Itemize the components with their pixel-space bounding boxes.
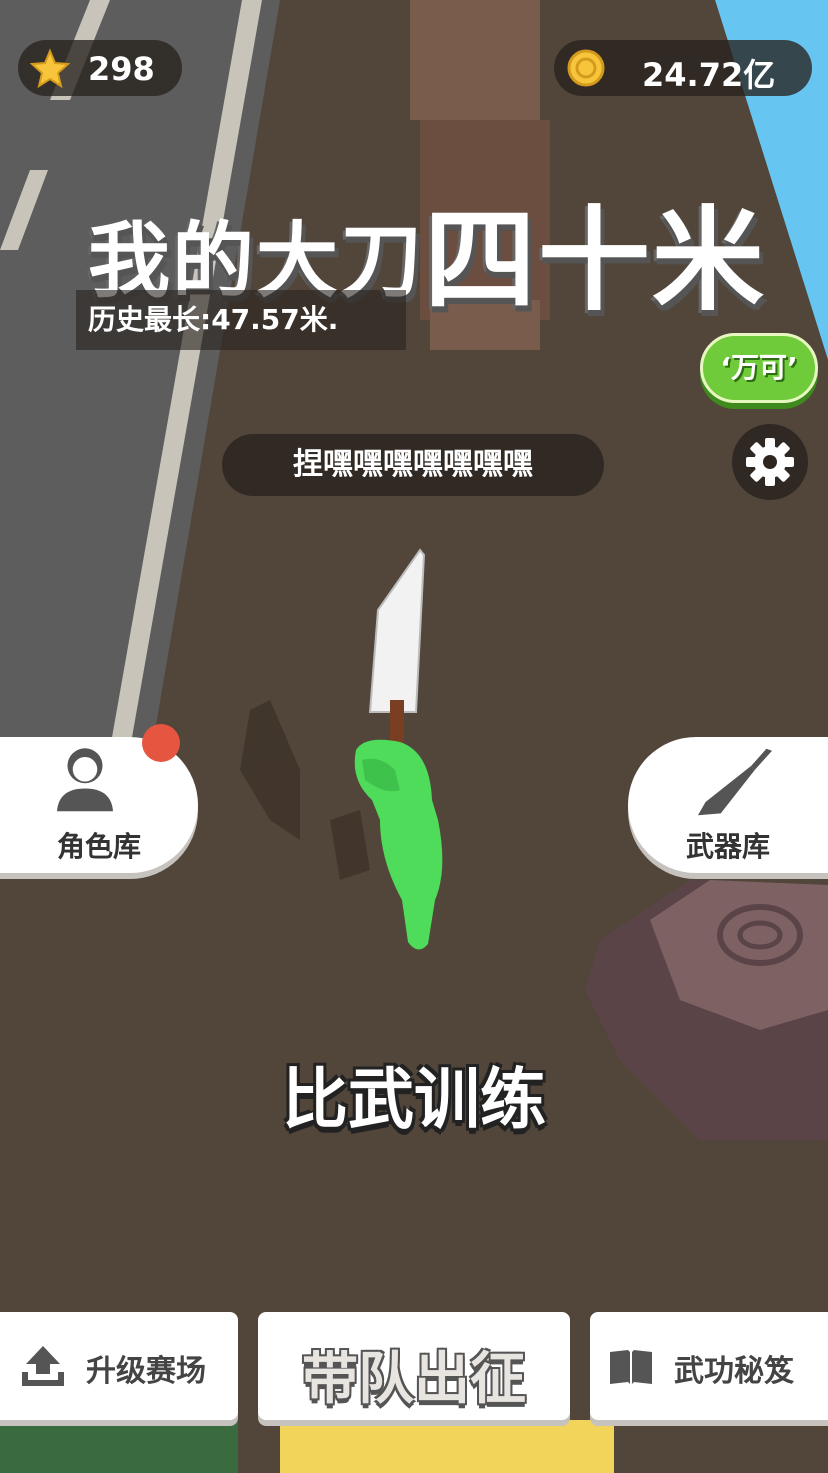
yellow-strip xyxy=(280,1420,614,1473)
green-strip xyxy=(0,1420,238,1473)
coins-counter: 24.72亿 xyxy=(554,40,812,96)
message-ticker: 捏嘿嘿嘿嘿嘿嘿嘿 xyxy=(222,434,604,496)
notification-dot xyxy=(142,724,180,762)
martial-manual-button[interactable]: 武功秘笈 xyxy=(590,1312,828,1420)
upgrade-arena-button[interactable]: 升级赛场 xyxy=(0,1312,238,1420)
title-part-2: 四十米 xyxy=(424,196,767,326)
character-library-label: 角色库 xyxy=(56,830,141,863)
coin-icon xyxy=(567,49,605,87)
upload-icon xyxy=(22,1346,64,1386)
mode-title[interactable]: 比武训练 xyxy=(0,1046,828,1142)
stars-value: 298 xyxy=(88,50,155,88)
martial-manual-label: 武功秘笈 xyxy=(674,1354,794,1389)
gear-icon xyxy=(746,438,794,486)
weapon-library-button[interactable]: 武器库 xyxy=(628,737,828,873)
upgrade-arena-label: 升级赛场 xyxy=(86,1354,206,1389)
stars-counter: 298 xyxy=(18,40,182,96)
coins-value: 24.72亿 xyxy=(642,56,776,94)
lead-team-button[interactable]: 带队出征 xyxy=(258,1312,570,1420)
star-icon xyxy=(30,48,70,88)
book-icon xyxy=(610,1350,652,1384)
lead-team-label: 带队出征 xyxy=(302,1347,526,1412)
character-icon xyxy=(57,748,113,812)
record-label: 历史最长:47.57米. xyxy=(76,290,406,350)
wanke-button[interactable]: ‘万可’ xyxy=(700,333,818,403)
weapon-library-label: 武器库 xyxy=(685,830,770,863)
settings-button[interactable] xyxy=(732,424,808,500)
knife-icon xyxy=(697,748,773,816)
